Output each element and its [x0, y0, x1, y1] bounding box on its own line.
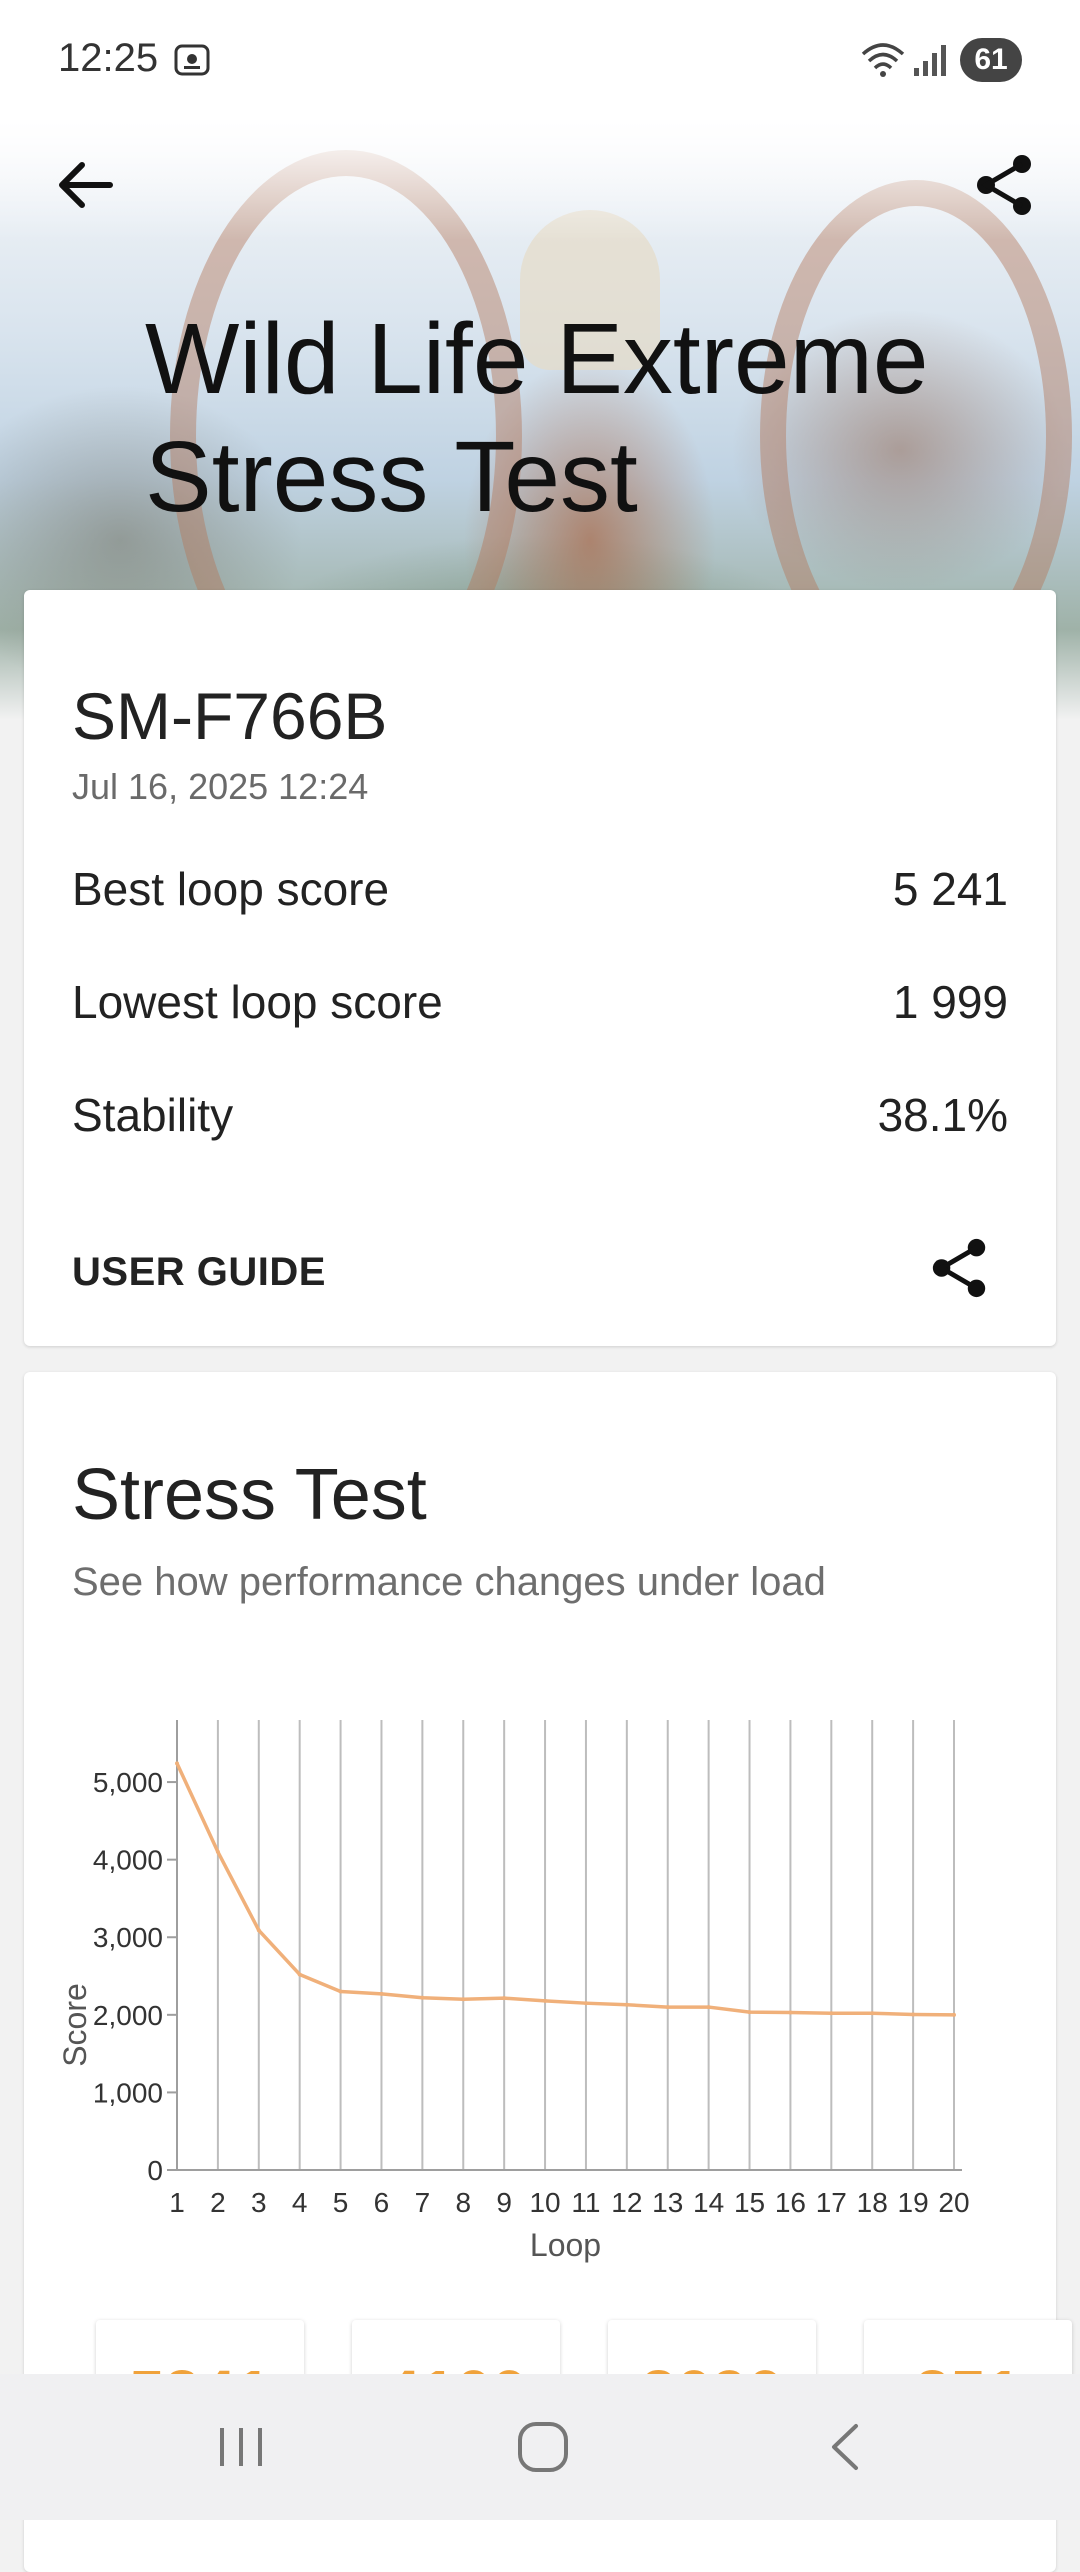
best-loop-row: Best loop score 5 241 — [72, 862, 1008, 922]
x-tick-label: 7 — [415, 2187, 431, 2218]
data-point — [461, 1997, 466, 2002]
x-tick-label: 12 — [611, 2187, 642, 2218]
x-tick-label: 14 — [693, 2187, 724, 2218]
hero-fade — [0, 120, 1080, 240]
x-tick-label: 5 — [333, 2187, 349, 2218]
status-time: 12:25 — [58, 36, 159, 80]
data-point — [543, 1998, 548, 2003]
row-value: 1 999 — [892, 976, 1008, 1028]
row-value: 38.1% — [877, 1089, 1008, 1141]
data-point — [911, 2012, 916, 2017]
home-icon[interactable] — [508, 2412, 578, 2482]
battery-icon: 61 — [960, 38, 1022, 82]
y-tick-label: 0 — [147, 2155, 163, 2186]
share-icon[interactable] — [928, 1236, 992, 1300]
data-point — [706, 2005, 711, 2010]
share-icon[interactable] — [972, 152, 1038, 218]
data-point — [870, 2011, 875, 2016]
data-point — [829, 2011, 834, 2016]
navigation-bar — [0, 2374, 1080, 2520]
x-axis-label: Loop — [530, 2227, 601, 2263]
series-line — [175, 1762, 955, 2017]
y-tick-label: 2,000 — [93, 2000, 163, 2031]
data-point — [175, 1761, 179, 1766]
row-label: Stability — [72, 1089, 234, 1141]
data-point — [379, 1991, 384, 1996]
x-tick-label: 2 — [210, 2187, 226, 2218]
data-point — [338, 1989, 343, 1994]
data-point — [747, 2010, 752, 2015]
signal-icon — [914, 45, 946, 76]
x-tick-label: 1 — [169, 2187, 185, 2218]
stress-chart: 01,0002,0003,0004,0005,0001 2 3 4 5 6 7 8 9 10 11 1… — [57, 1720, 970, 2263]
x-tick-label: 16 — [775, 2187, 806, 2218]
x-tick-label: 15 — [734, 2187, 765, 2218]
summary-card: SM-F766B Jul 16, 2025 12:24 Best loop sc… — [24, 590, 1056, 1346]
x-tick-label: 18 — [857, 2187, 888, 2218]
wifi-icon — [861, 43, 905, 77]
back-arrow-icon[interactable] — [50, 150, 120, 220]
data-point — [624, 2002, 629, 2007]
data-point — [665, 2005, 670, 2010]
screenshot-icon — [174, 44, 210, 76]
lowest-loop-row: Lowest loop score 1 999 — [72, 975, 1008, 1035]
data-point — [297, 1972, 302, 1977]
x-tick-label: 8 — [455, 2187, 471, 2218]
x-tick-label: 9 — [496, 2187, 512, 2218]
row-value: 5 241 — [892, 863, 1008, 915]
user-guide-button[interactable]: USER GUIDE — [72, 1250, 326, 1295]
row-label: Best loop score — [72, 863, 390, 915]
data-point — [502, 1996, 507, 2001]
x-tick-label: 6 — [374, 2187, 390, 2218]
data-point — [215, 1849, 220, 1854]
y-axis-label: Score — [57, 1983, 93, 2067]
data-point — [420, 1995, 425, 2000]
x-tick-label: 20 — [938, 2187, 969, 2218]
y-tick-label: 3,000 — [93, 1922, 163, 1953]
row-label: Lowest loop score — [72, 976, 443, 1028]
data-point — [583, 2001, 588, 2006]
y-tick-label: 4,000 — [93, 1845, 163, 1876]
stability-row: Stability 38.1% — [72, 1088, 1008, 1148]
y-tick-label: 5,000 — [93, 1767, 163, 1798]
x-tick-label: 3 — [251, 2187, 267, 2218]
x-tick-label: 10 — [529, 2187, 560, 2218]
page-title: Wild Life Extreme Stress Test — [145, 303, 929, 533]
status-bar: 12:25 61 — [0, 0, 1080, 120]
x-tick-label: 11 — [571, 2187, 600, 2218]
x-tick-label: 13 — [652, 2187, 683, 2218]
data-point — [952, 2012, 956, 2017]
data-point — [788, 2010, 793, 2015]
test-date: Jul 16, 2025 12:24 — [72, 766, 369, 807]
x-tick-label: 17 — [816, 2187, 847, 2218]
device-name: SM-F766B — [72, 679, 388, 753]
y-tick-label: 1,000 — [93, 2077, 163, 2108]
section-subtitle: See how performance changes under load — [72, 1560, 826, 1604]
data-point — [256, 1928, 261, 1933]
recent-apps-icon[interactable] — [206, 2412, 276, 2482]
x-tick-label: 19 — [898, 2187, 929, 2218]
back-icon[interactable] — [812, 2412, 882, 2482]
section-title: Stress Test — [72, 1455, 427, 1535]
x-tick-label: 4 — [292, 2187, 308, 2218]
